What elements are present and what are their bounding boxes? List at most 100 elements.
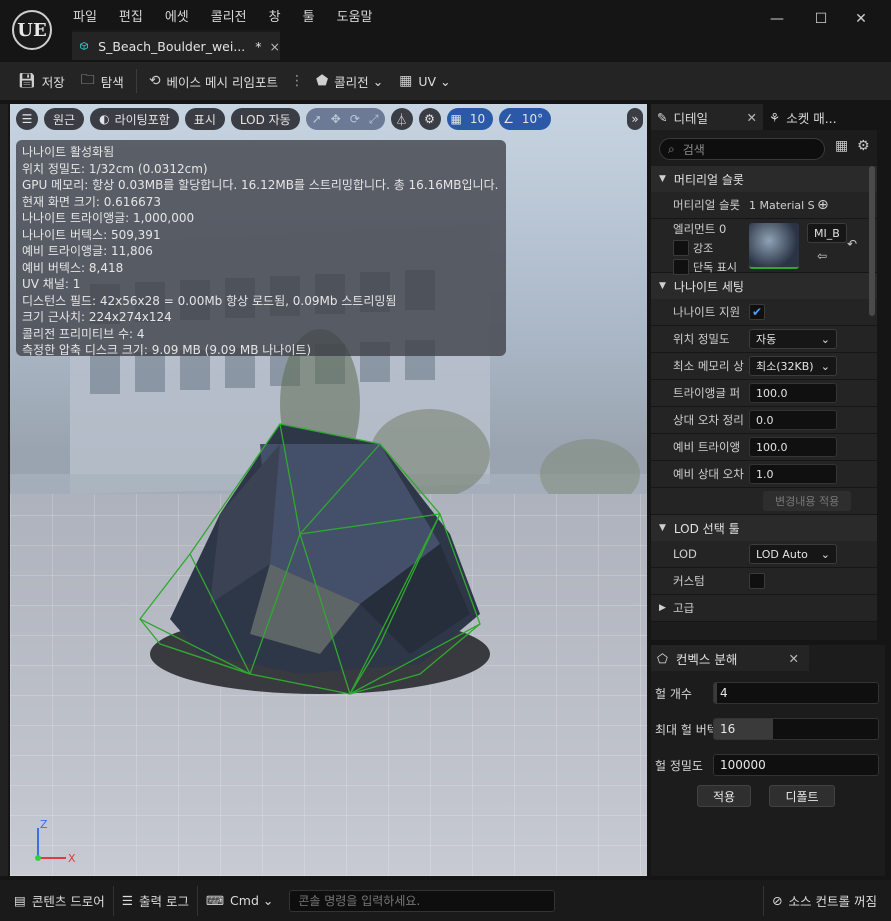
menu-collision[interactable]: 콜리전 bbox=[200, 4, 258, 27]
property-row-advanced[interactable]: ▶ 고급 bbox=[651, 595, 877, 622]
menu-help[interactable]: 도움말 bbox=[326, 4, 384, 27]
grid-snap-button[interactable]: ▦ 10 bbox=[446, 108, 494, 130]
menu-edit[interactable]: 편집 bbox=[108, 4, 154, 27]
stat-line: 측정한 압축 디스크 크기: 9.09 MB (9.09 MB 나나이트) bbox=[22, 343, 312, 357]
reset-arrow-icon[interactable]: ↶ bbox=[847, 237, 857, 251]
highlight-checkbox[interactable] bbox=[673, 240, 689, 256]
menu-file[interactable]: 파일 bbox=[62, 4, 108, 27]
console-icon: ⌨ bbox=[206, 893, 225, 908]
min-memory-dropdown[interactable]: 최소(32KB) ⌄ bbox=[749, 356, 837, 376]
apply-button[interactable]: 적용 bbox=[697, 785, 751, 807]
asset-toolbar: 💾︎ 저장 🗀 탐색 ⟲ 베이스 메시 리임포트 ⋮ ⬟ 콜리전 ⌄ ▦ UV … bbox=[0, 62, 891, 100]
use-selected-icon[interactable]: ⇦ bbox=[817, 249, 827, 263]
rotation-snap-button[interactable]: ∠ 10° bbox=[499, 108, 552, 130]
tab-details[interactable]: ✎ 디테일 ✕ bbox=[651, 104, 763, 130]
pencil-icon: ✎ bbox=[657, 109, 668, 125]
content-drawer-button[interactable]: ▤ 콘텐츠 드로어 bbox=[0, 885, 113, 917]
save-icon: 💾︎ bbox=[18, 73, 36, 89]
unreal-logo[interactable]: UE bbox=[12, 10, 52, 50]
property-row-material-slots: 머티리얼 슬롯 1 Material S ⊕ bbox=[651, 192, 877, 219]
uv-dropdown[interactable]: ▦ UV ⌄ bbox=[391, 67, 458, 95]
collision-icon: ⬟ bbox=[316, 73, 329, 89]
maximize-icon[interactable]: ☐ bbox=[806, 8, 836, 30]
view-mode-button[interactable]: ◐ 라이팅포함 bbox=[90, 108, 179, 130]
position-precision-dropdown[interactable]: 자동 ⌄ bbox=[749, 329, 837, 349]
custom-lod-checkbox[interactable] bbox=[749, 573, 765, 589]
table-view-icon[interactable]: ▦ bbox=[835, 138, 848, 154]
property-label: 트라이앵글 퍼 bbox=[673, 386, 741, 400]
mesh-viewport[interactable]: ☰ 원근 ◐ 라이팅포함 표시 LOD 자동 ➚ ✥ ⟳ ⤢ ⏃ ⚙ ▦ 10 … bbox=[10, 104, 647, 876]
hull-precision-label: 헐 정밀도 bbox=[655, 758, 703, 773]
hull-count-slider[interactable]: 4 bbox=[713, 682, 879, 704]
scale-icon[interactable]: ⤢ bbox=[369, 112, 379, 127]
fallback-triangle-field[interactable]: 100.0 bbox=[749, 437, 837, 457]
collision-label: 콜리전 bbox=[334, 74, 369, 90]
save-button[interactable]: 💾︎ 저장 bbox=[10, 67, 73, 95]
details-tab-label: 디테일 bbox=[673, 110, 708, 126]
z-axis-label: Z bbox=[40, 818, 48, 831]
material-thumbnail[interactable] bbox=[749, 223, 799, 269]
tab-close-icon[interactable]: × bbox=[270, 39, 280, 54]
minimize-icon[interactable]: — bbox=[762, 8, 792, 30]
category-lod-picker[interactable]: ▼ LOD 선택 툴 bbox=[651, 515, 877, 541]
output-log-button[interactable]: ☰ 출력 로그 bbox=[114, 885, 197, 917]
fallback-relative-field[interactable]: 1.0 bbox=[749, 464, 837, 484]
surface-snap-icon: ⏃ bbox=[395, 112, 408, 127]
menu-bar: 파일 편집 에셋 콜리전 창 툴 도움말 bbox=[62, 4, 383, 27]
material-picker[interactable]: MI_B bbox=[807, 223, 847, 243]
close-icon[interactable]: ✕ bbox=[747, 110, 757, 125]
title-bar: UE 파일 편집 에셋 콜리전 창 툴 도움말 — ☐ ✕ S_Beach_Bo… bbox=[0, 0, 891, 62]
perspective-button[interactable]: 원근 bbox=[44, 108, 85, 130]
max-hull-verts-row: 최대 헐 버텍 16 bbox=[651, 717, 885, 741]
tab-convex-decomposition[interactable]: ⬠ 컨벡스 분해 ✕ bbox=[651, 645, 809, 671]
gear-icon[interactable]: ⚙ bbox=[857, 138, 870, 154]
boulder-mesh[interactable] bbox=[120, 404, 500, 704]
viewport-expand-button[interactable]: » bbox=[627, 108, 643, 130]
nanite-support-checkbox[interactable]: ✔ bbox=[749, 304, 765, 320]
select-icon[interactable]: ➚ bbox=[312, 112, 322, 126]
reimport-base-mesh-button[interactable]: ⟲ 베이스 메시 리임포트 bbox=[141, 67, 286, 95]
output-log-icon: ☰ bbox=[121, 893, 134, 908]
translate-icon[interactable]: ✥ bbox=[331, 112, 341, 126]
viewport-menu-button[interactable]: ☰ bbox=[16, 108, 38, 130]
relative-error-field[interactable]: 0.0 bbox=[749, 410, 837, 430]
close-icon[interactable]: ✕ bbox=[846, 8, 876, 30]
hull-count-value: 4 bbox=[720, 686, 728, 700]
property-label: 커스텀 bbox=[673, 574, 705, 588]
default-button[interactable]: 디폴트 bbox=[769, 785, 835, 807]
menu-tools[interactable]: 툴 bbox=[292, 4, 326, 27]
details-scrollbar[interactable] bbox=[869, 166, 875, 316]
transform-tools-group: ➚ ✥ ⟳ ⤢ bbox=[305, 108, 385, 130]
tab-socket-manager[interactable]: ⚘ 소켓 매... bbox=[763, 104, 843, 130]
document-tab[interactable]: S_Beach_Boulder_wei... * × bbox=[72, 30, 280, 60]
close-icon[interactable]: ✕ bbox=[789, 651, 799, 666]
stat-line: 디스턴스 필드: 42x56x28 = 0.00Mb 항상 로드됨, 0.09M… bbox=[22, 293, 397, 308]
rotation-snap-value: 10° bbox=[521, 112, 544, 126]
browse-button[interactable]: 🗀 탐색 bbox=[73, 67, 132, 95]
details-search-input[interactable]: ⌕ 검색 bbox=[659, 138, 825, 160]
console-placeholder: 콘솔 명령을 입력하세요. bbox=[298, 894, 421, 908]
add-slot-icon[interactable]: ⊕ bbox=[817, 197, 829, 213]
category-nanite-settings[interactable]: ▼ 나나이트 세팅 bbox=[651, 273, 877, 299]
collision-dropdown[interactable]: ⬟ 콜리전 ⌄ bbox=[308, 67, 391, 95]
isolate-checkbox[interactable] bbox=[673, 259, 689, 275]
stat-line: 나나이트 활성화됨 bbox=[22, 145, 115, 159]
console-command-input[interactable]: 콘솔 명령을 입력하세요. bbox=[289, 889, 556, 912]
menu-asset[interactable]: 에셋 bbox=[154, 4, 200, 27]
world-local-toggle[interactable]: ⚙ bbox=[418, 108, 441, 130]
rotate-icon[interactable]: ⟳ bbox=[350, 112, 360, 126]
source-control-button[interactable]: ⊘ 소스 컨트롤 꺼짐 bbox=[764, 885, 891, 917]
menu-window[interactable]: 창 bbox=[258, 4, 292, 27]
show-button[interactable]: 표시 bbox=[184, 108, 225, 130]
triangle-percent-field[interactable]: 100.0 bbox=[749, 383, 837, 403]
hull-precision-field[interactable]: 100000 bbox=[713, 754, 879, 776]
apply-changes-button[interactable]: 변경내용 적용 bbox=[763, 491, 852, 511]
category-material-slots[interactable]: ▼ 머티리얼 슬롯 bbox=[651, 166, 877, 192]
surface-snap-button[interactable]: ⏃ bbox=[390, 108, 413, 130]
lod-dropdown[interactable]: LOD Auto ⌄ bbox=[749, 544, 837, 564]
max-hull-verts-slider[interactable]: 16 bbox=[713, 718, 879, 740]
lod-button[interactable]: LOD 자동 bbox=[230, 108, 300, 130]
search-icon: ⌕ bbox=[668, 141, 675, 156]
cmd-dropdown[interactable]: ⌨ Cmd ⌄ bbox=[198, 885, 281, 917]
property-label: 나나이트 지원 bbox=[673, 305, 741, 319]
